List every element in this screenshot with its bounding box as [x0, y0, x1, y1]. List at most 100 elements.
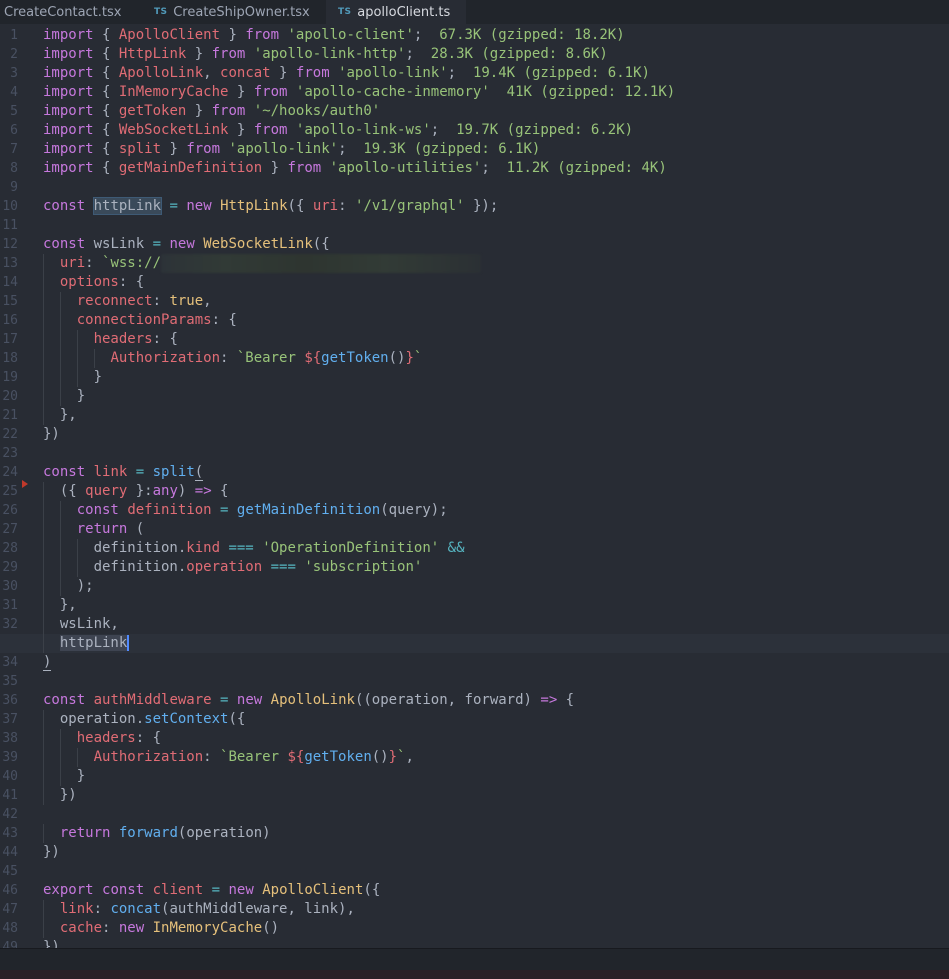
identifier-token: definition: [127, 502, 212, 518]
indent-guide: [43, 482, 44, 501]
punctuation-token: [43, 901, 60, 917]
identifier-token: HttpLink: [118, 46, 187, 62]
punctuation-token: [330, 65, 338, 81]
punctuation-token: [212, 502, 220, 518]
code-line[interactable]: options: {: [43, 273, 949, 292]
indent-guide: [43, 919, 44, 938]
code-line[interactable]: operation.setContext({: [43, 710, 949, 729]
breakpoint-arrow-icon[interactable]: [22, 480, 28, 488]
indent-guide: [43, 539, 44, 558]
code-area[interactable]: import { ApolloClient } from 'apollo-cli…: [0, 24, 949, 948]
code-line[interactable]: reconnect: true,: [43, 292, 949, 311]
keyword-token: import: [43, 141, 94, 157]
code-line[interactable]: }): [43, 843, 949, 862]
code-line[interactable]: definition.kind === 'OperationDefinition…: [43, 539, 949, 558]
code-line[interactable]: uri: `wss://: [43, 254, 949, 273]
code-line[interactable]: link: concat(authMiddleware, link),: [43, 900, 949, 919]
code-line[interactable]: import { getToken } from '~/hooks/auth0': [43, 102, 949, 121]
identifier-token: getMainDefinition: [118, 160, 263, 176]
string-token: 'apollo-link': [338, 65, 448, 81]
code-line[interactable]: return forward(operation): [43, 824, 949, 843]
selected-text: httpLink: [59, 635, 128, 651]
code-line[interactable]: Authorization: `Bearer ${getToken()}`,: [43, 748, 949, 767]
code-line[interactable]: const httpLink = new HttpLink({ uri: '/v…: [43, 197, 949, 216]
code-editor[interactable]: 1 2 3 4 5 6 7 8 9 10 11 12 13 14 15 16 17 18 19 20 21 22 23 24 2…: [0, 24, 949, 948]
code-line[interactable]: const wsLink = new WebSocketLink({: [43, 235, 949, 254]
indent-guide: [59, 311, 61, 330]
code-line[interactable]: import { HttpLink } from 'apollo-link-ht…: [43, 45, 949, 64]
line-number: 19: [2, 370, 18, 385]
punctuation-token: : {: [152, 331, 178, 347]
code-line[interactable]: connectionParams: {: [43, 311, 949, 330]
code-line[interactable]: ({ query }:any) => {: [43, 482, 949, 501]
code-line[interactable]: }): [43, 938, 949, 948]
code-line[interactable]: [43, 672, 949, 691]
code-line[interactable]: import { split } from 'apollo-link'; 19.…: [43, 140, 949, 159]
code-line[interactable]: wsLink,: [43, 615, 949, 634]
punctuation-token: {: [93, 27, 119, 43]
code-line[interactable]: [43, 862, 949, 881]
identifier-token: split: [118, 141, 162, 157]
line-number: 37: [2, 712, 18, 727]
line-number: 10: [2, 199, 18, 214]
line-number: 36: [2, 693, 18, 708]
indent-guide: [43, 729, 44, 748]
code-line[interactable]: }: [43, 368, 949, 387]
punctuation-token: [245, 103, 253, 119]
code-line[interactable]: [43, 178, 949, 197]
punctuation-token: [228, 692, 236, 708]
code-line[interactable]: headers: {: [43, 330, 949, 349]
code-line[interactable]: export const client = new ApolloClient({: [43, 881, 949, 900]
identifier-token: uri: [59, 255, 86, 271]
code-line[interactable]: }: [43, 387, 949, 406]
code-line[interactable]: import { getMainDefinition } from 'apoll…: [43, 159, 949, 178]
code-line[interactable]: ): [43, 653, 949, 672]
line-number: 2: [10, 47, 18, 62]
function-name-token: concat: [110, 901, 162, 917]
code-line[interactable]: import { ApolloLink, concat } from 'apol…: [43, 64, 949, 83]
code-line[interactable]: [43, 805, 949, 824]
matched-bracket: ): [43, 654, 52, 671]
code-line[interactable]: headers: {: [43, 729, 949, 748]
size-annotation-token: 28.3K (gzipped: 8.6K): [430, 46, 608, 62]
code-line[interactable]: cache: new InMemoryCache(): [43, 919, 949, 938]
keyword-token: return: [76, 521, 128, 537]
line-number: 11: [2, 218, 18, 233]
code-line[interactable]: }): [43, 425, 949, 444]
code-line[interactable]: httpLink: [0, 634, 949, 653]
tab-create-contact[interactable]: CreateContact.tsx: [0, 0, 138, 24]
punctuation-token: :: [85, 255, 103, 271]
line-number: 4: [10, 85, 18, 100]
function-name-token: split: [152, 464, 195, 480]
line-number: 35: [2, 674, 18, 689]
code-line[interactable]: }: [43, 767, 949, 786]
type-name-token: ApolloClient: [262, 882, 364, 898]
keyword-token: return: [59, 825, 111, 841]
code-line[interactable]: import { InMemoryCache } from 'apollo-ca…: [43, 83, 949, 102]
code-line[interactable]: definition.operation === 'subscription': [43, 558, 949, 577]
tab-apollo-client[interactable]: TS apolloClient.ts: [326, 0, 466, 24]
matched-bracket: (: [194, 464, 204, 481]
code-line[interactable]: }): [43, 786, 949, 805]
code-line[interactable]: );: [43, 577, 949, 596]
code-line[interactable]: [43, 216, 949, 235]
code-line[interactable]: const definition = getMainDefinition(que…: [43, 501, 949, 520]
code-line[interactable]: import { ApolloClient } from 'apollo-cli…: [43, 26, 949, 45]
code-line[interactable]: [43, 444, 949, 463]
code-line[interactable]: return (: [43, 520, 949, 539]
code-line[interactable]: },: [43, 596, 949, 615]
punctuation-token: {: [93, 141, 119, 157]
punctuation-token: },: [43, 407, 77, 423]
code-line[interactable]: import { WebSocketLink } from 'apollo-li…: [43, 121, 949, 140]
code-line[interactable]: },: [43, 406, 949, 425]
punctuation-token: [212, 692, 220, 708]
code-line[interactable]: const link = split(: [43, 463, 949, 482]
keyword-token: new: [169, 236, 195, 252]
identifier-token: getToken: [118, 103, 187, 119]
code-line[interactable]: Authorization: `Bearer ${getToken()}`: [43, 349, 949, 368]
code-line[interactable]: const authMiddleware = new ApolloLink((o…: [43, 691, 949, 710]
operator-token: =: [152, 236, 162, 252]
punctuation-token: : {: [118, 274, 145, 290]
tab-create-ship-owner[interactable]: TS CreateShipOwner.tsx: [138, 0, 326, 24]
indent-guide: [59, 748, 61, 767]
